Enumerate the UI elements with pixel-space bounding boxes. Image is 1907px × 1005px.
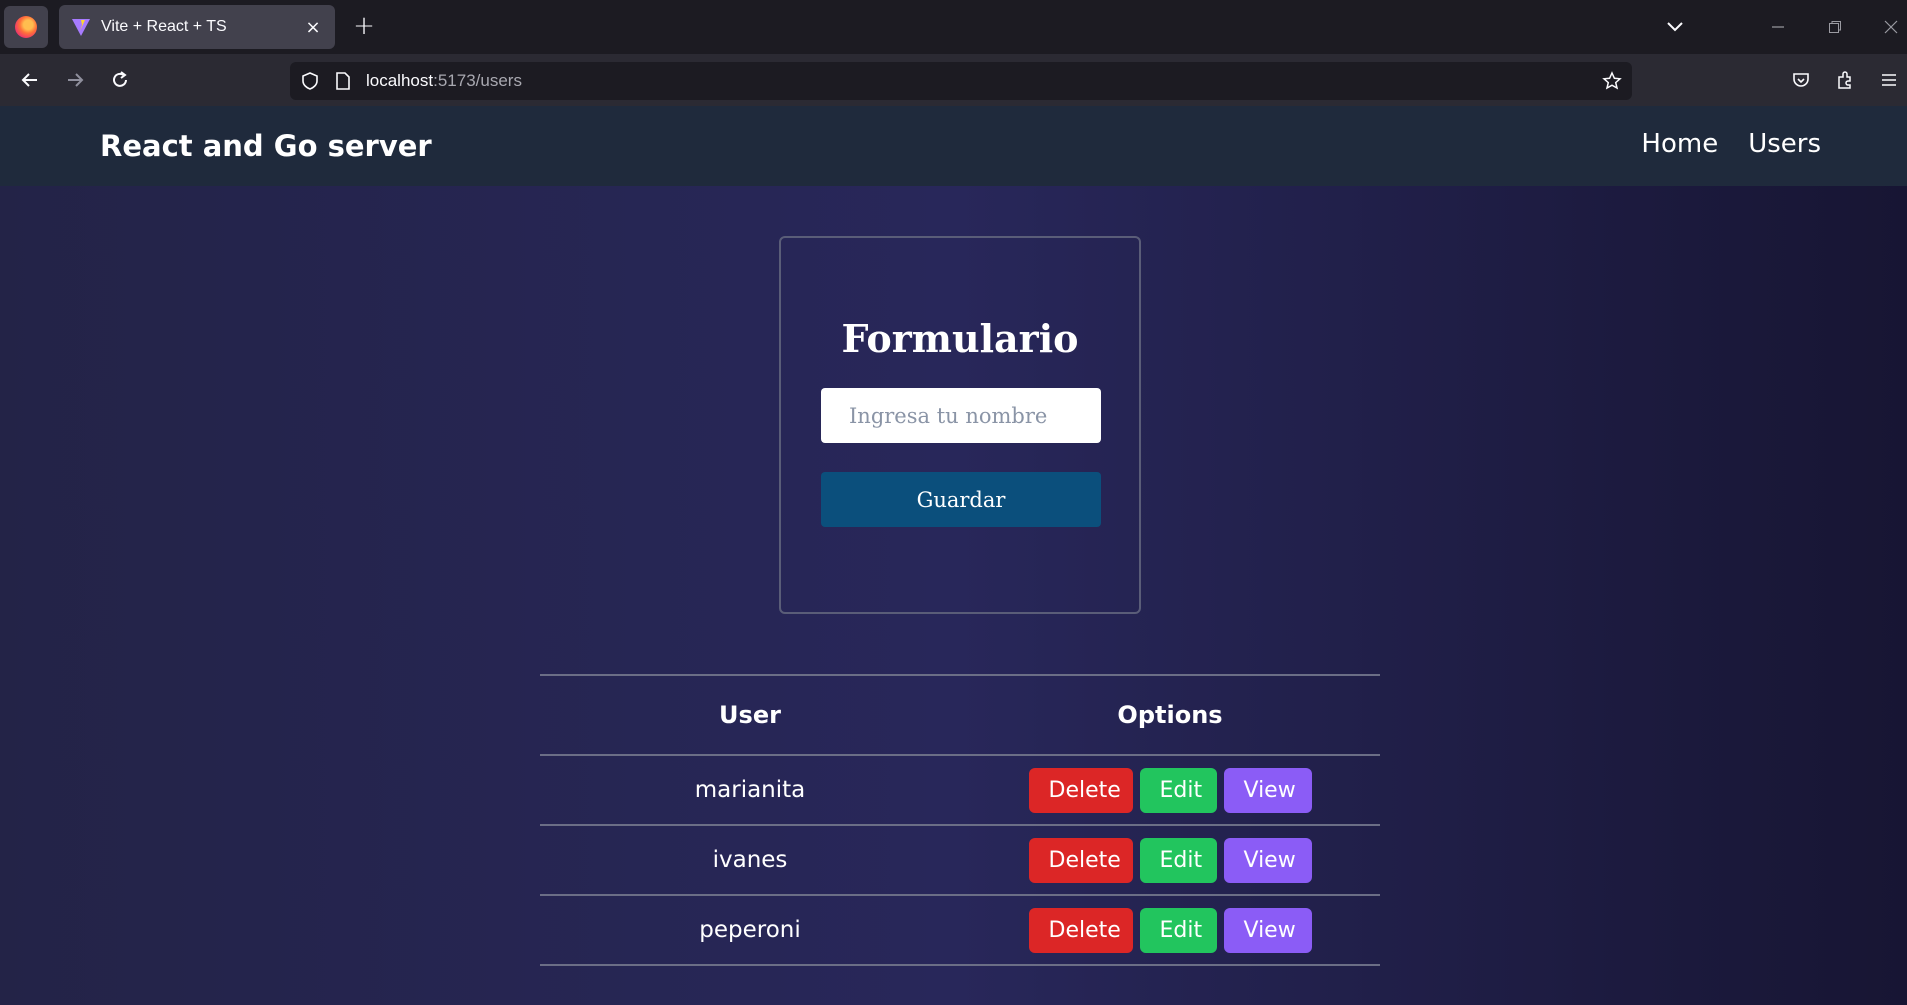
view-button[interactable]: View <box>1223 837 1312 883</box>
tab-close-icon[interactable]: × <box>303 17 323 38</box>
delete-button[interactable]: Delete <box>1028 907 1133 953</box>
table-header-row: User Options <box>540 674 1380 756</box>
name-input[interactable] <box>821 388 1101 443</box>
firefox-view-button[interactable] <box>4 6 48 48</box>
table-row: marianita Delete Edit View <box>540 755 1380 826</box>
view-button[interactable]: View <box>1223 907 1312 953</box>
reload-icon[interactable] <box>105 65 135 95</box>
page-content: React and Go server Home Users Formulari… <box>0 106 1907 1005</box>
pocket-icon[interactable] <box>1786 65 1816 95</box>
extensions-icon[interactable] <box>1830 65 1860 95</box>
user-name-cell: ivanes <box>540 825 960 896</box>
forward-arrow-icon[interactable] <box>60 65 90 95</box>
nav-link-home[interactable]: Home <box>1641 129 1718 159</box>
table-row: peperoni Delete Edit View <box>540 895 1380 966</box>
url-text[interactable]: localhost:5173/users <box>366 71 522 91</box>
table-row: ivanes Delete Edit View <box>540 825 1380 896</box>
users-table: User Options marianita Delete Edit View … <box>540 674 1380 966</box>
column-header-user: User <box>540 674 960 756</box>
browser-tab-bar: Vite + React + TS × + <box>0 0 1907 54</box>
site-nav: Home Users <box>1641 129 1821 159</box>
close-window-icon[interactable] <box>1876 12 1906 42</box>
view-button[interactable]: View <box>1223 767 1312 813</box>
tab-title: Vite + React + TS <box>101 18 227 35</box>
column-header-options: Options <box>960 674 1380 756</box>
chevron-down-icon[interactable] <box>1660 12 1690 42</box>
options-cell: Delete Edit View <box>960 825 1380 896</box>
browser-nav-bar: localhost:5173/users <box>0 54 1907 106</box>
url-bar[interactable]: localhost:5173/users <box>290 62 1632 100</box>
user-name-cell: marianita <box>540 755 960 826</box>
browser-tab[interactable]: Vite + React + TS × <box>59 5 335 49</box>
back-arrow-icon[interactable] <box>15 65 45 95</box>
edit-button[interactable]: Edit <box>1139 837 1217 883</box>
delete-button[interactable]: Delete <box>1028 837 1133 883</box>
edit-button[interactable]: Edit <box>1139 767 1217 813</box>
nav-link-users[interactable]: Users <box>1748 129 1821 159</box>
new-tab-button[interactable]: + <box>348 11 380 43</box>
delete-button[interactable]: Delete <box>1028 767 1133 813</box>
save-button[interactable]: Guardar <box>821 472 1101 527</box>
hamburger-menu-icon[interactable] <box>1874 65 1904 95</box>
firefox-icon <box>15 16 37 38</box>
edit-button[interactable]: Edit <box>1139 907 1217 953</box>
vite-icon <box>72 19 90 36</box>
user-name-cell: peperoni <box>540 895 960 966</box>
form-title: Formulario <box>841 316 1079 361</box>
options-cell: Delete Edit View <box>960 895 1380 966</box>
shield-icon[interactable] <box>300 71 320 91</box>
page-icon[interactable] <box>334 71 352 91</box>
options-cell: Delete Edit View <box>960 755 1380 826</box>
site-header: React and Go server Home Users <box>0 106 1907 186</box>
site-title: React and Go server <box>100 129 432 163</box>
star-bookmark-icon[interactable] <box>1602 71 1622 91</box>
restore-icon[interactable] <box>1820 12 1850 42</box>
user-form: Formulario Guardar <box>779 236 1141 614</box>
minimize-icon[interactable] <box>1763 12 1793 42</box>
